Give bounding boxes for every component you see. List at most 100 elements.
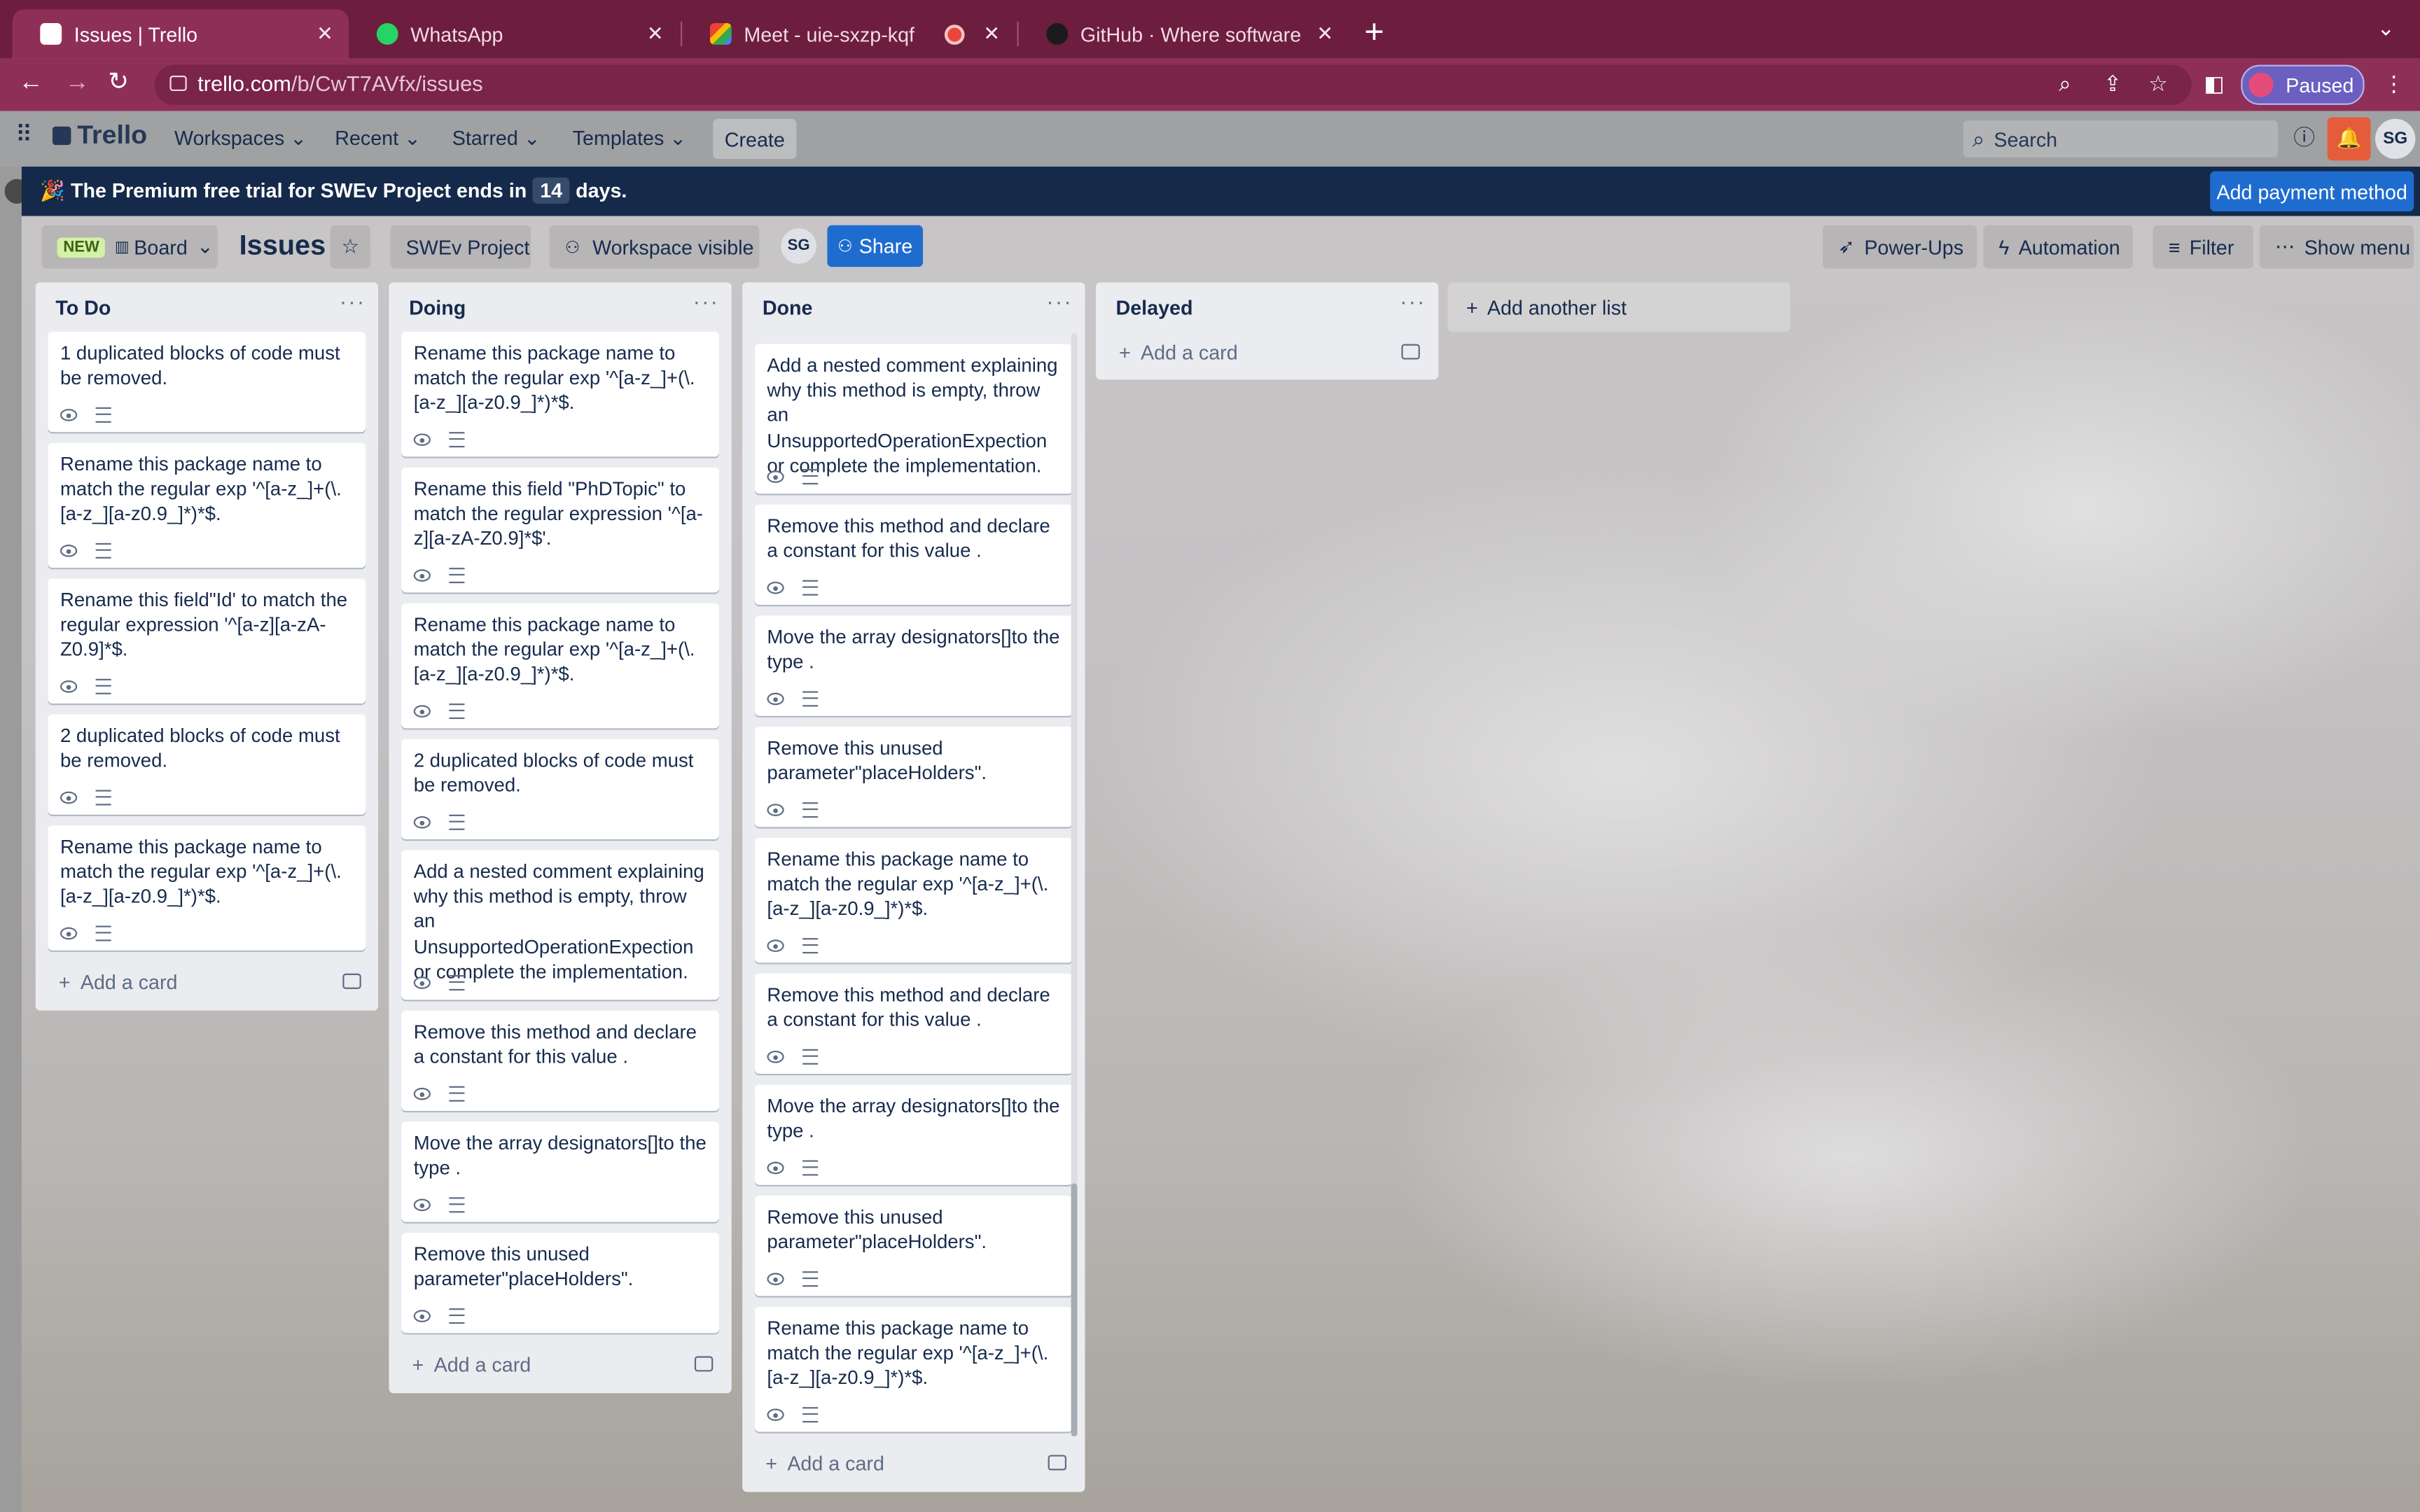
board-member-avatar[interactable]: SG <box>781 228 816 264</box>
add-card-button[interactable]: + Add a card <box>765 1452 884 1475</box>
forward-arrow-icon[interactable]: → <box>65 68 90 99</box>
card[interactable]: Move the array designators[]to the type … <box>401 1121 720 1222</box>
create-button[interactable]: Create <box>713 118 797 160</box>
list-delayed: Delayed ··· + Add a card <box>1095 282 1439 380</box>
user-avatar[interactable]: SG <box>2375 118 2416 160</box>
search-input[interactable]: ⌕ Search <box>1963 120 2279 158</box>
reload-icon[interactable]: ↻ <box>108 68 129 99</box>
share-button[interactable]: ⚇ Share <box>827 225 924 267</box>
card[interactable]: Rename this package name to match the re… <box>754 837 1073 963</box>
tab-meet[interactable]: Meet - uie-sxzp-kqf ✕ <box>682 9 1015 59</box>
card[interactable]: Move the array designators[]to the type … <box>754 615 1073 716</box>
chevron-down-icon[interactable]: ⌄ <box>2377 15 2395 41</box>
star-board-icon[interactable]: ☆ <box>330 225 370 269</box>
menu-starred[interactable]: Starred ⌄ <box>452 125 541 153</box>
card[interactable]: Remove this method and declare a constan… <box>754 973 1073 1074</box>
card[interactable]: Add a nested comment explaining why this… <box>401 850 720 1000</box>
card[interactable]: Remove this method and declare a constan… <box>401 1010 720 1111</box>
info-icon[interactable]: ⓘ <box>2293 123 2315 151</box>
new-tab-icon[interactable]: + <box>1364 13 1384 52</box>
card-template-icon[interactable] <box>1401 344 1420 360</box>
automation-button[interactable]: ϟ Automation <box>1983 225 2134 269</box>
share-icon[interactable]: ⇪ <box>2103 69 2122 97</box>
workspace-button[interactable]: SWEv Project <box>390 225 531 269</box>
add-another-list-button[interactable]: + Add another list <box>1447 282 1790 332</box>
list-cards-scroll-area[interactable]: Add a nested comment explaining why this… <box>742 332 1085 1435</box>
premium-trial-banner: 🎉 The Premium free trial for SWEv Projec… <box>21 167 2420 216</box>
card-template-icon[interactable] <box>342 973 361 989</box>
power-ups-button[interactable]: ➶ Power-Ups <box>1823 225 1977 269</box>
card-title: Rename this field"Id' to match the regul… <box>60 589 348 662</box>
tab-github[interactable]: GitHub · Where software is bui ✕ <box>1019 9 1349 59</box>
card-badges <box>413 814 465 830</box>
back-arrow-icon[interactable]: ← <box>18 68 43 99</box>
card-title: Rename this package name to match the re… <box>413 614 695 686</box>
notification-bell-icon[interactable]: 🔔 <box>2327 117 2371 161</box>
close-icon[interactable]: ✕ <box>317 22 333 46</box>
url-text[interactable]: trello.com/b/CwT7AVfx/issues <box>197 68 483 99</box>
card[interactable]: Remove this unused parameter"placeHolder… <box>754 1196 1073 1296</box>
card-badges <box>60 925 111 941</box>
card[interactable]: Remove this unused parameter"placeHolder… <box>754 727 1073 827</box>
list-menu-icon[interactable]: ··· <box>340 288 366 313</box>
description-icon <box>449 814 465 830</box>
list-title[interactable]: Doing <box>409 296 466 319</box>
close-icon[interactable]: ✕ <box>1316 22 1333 46</box>
workspace-sidebar-collapsed <box>0 167 29 1512</box>
add-card-button[interactable]: + Add a card <box>59 970 178 993</box>
card[interactable]: Rename this field"Id' to match the regul… <box>48 578 366 704</box>
list-menu-icon[interactable]: ··· <box>1400 288 1426 313</box>
profile-button[interactable]: Paused <box>2241 64 2365 105</box>
list-menu-icon[interactable]: ··· <box>1046 288 1072 313</box>
trial-text-end: days. <box>576 178 627 202</box>
visibility-label: Workspace visible <box>592 235 754 259</box>
card[interactable]: Rename this package name to match the re… <box>401 331 720 457</box>
card[interactable]: Rename this package name to match the re… <box>48 442 366 568</box>
list-title[interactable]: To Do <box>55 296 111 319</box>
list-scrollbar-thumb[interactable] <box>1071 1183 1078 1436</box>
zoom-icon[interactable]: ⌕ <box>2059 69 2071 97</box>
add-card-button[interactable]: + Add a card <box>1119 341 1238 364</box>
tab-trello[interactable]: Issues | Trello ✕ <box>12 9 349 59</box>
view-switcher-button[interactable]: NEW ▥ Board ⌄ <box>41 225 218 269</box>
card[interactable]: Rename this package name to match the re… <box>401 603 720 729</box>
menu-templates[interactable]: Templates ⌄ <box>573 125 687 153</box>
tab-title: Issues | Trello <box>74 22 198 46</box>
board-title[interactable]: Issues <box>239 230 326 262</box>
filter-button[interactable]: ≡ Filter <box>2153 225 2253 269</box>
card-title: 1 duplicated blocks of code must be remo… <box>60 342 340 389</box>
card[interactable]: 2 duplicated blocks of code must be remo… <box>48 714 366 815</box>
add-card-button[interactable]: + Add a card <box>412 1353 531 1376</box>
card[interactable]: Move the array designators[]to the type … <box>754 1084 1073 1185</box>
side-panel-icon[interactable]: ◧ <box>2204 69 2224 97</box>
trello-logo[interactable]: Trello <box>52 121 147 150</box>
list-menu-icon[interactable]: ··· <box>693 288 719 313</box>
card[interactable]: 1 duplicated blocks of code must be remo… <box>48 331 366 433</box>
card[interactable]: Rename this package name to match the re… <box>754 1306 1073 1432</box>
close-icon[interactable]: ✕ <box>983 22 1000 46</box>
card[interactable]: Remove this method and declare a constan… <box>754 504 1073 605</box>
card-title: Remove this unused parameter"placeHolder… <box>413 1243 634 1291</box>
menu-workspaces[interactable]: Workspaces ⌄ <box>174 125 307 153</box>
card[interactable]: 2 duplicated blocks of code must be remo… <box>401 738 720 840</box>
card[interactable]: Add a nested comment explaining why this… <box>754 344 1073 494</box>
tab-whatsapp[interactable]: WhatsApp ✕ <box>349 9 679 59</box>
menu-recent[interactable]: Recent ⌄ <box>335 125 421 153</box>
card[interactable]: Rename this package name to match the re… <box>48 825 366 951</box>
close-icon[interactable]: ✕ <box>647 22 664 46</box>
visibility-button[interactable]: ⚇ Workspace visible <box>549 225 760 269</box>
list-title[interactable]: Delayed <box>1116 296 1193 319</box>
lock-icon <box>169 75 187 92</box>
add-payment-method-button[interactable]: Add payment method <box>2210 171 2414 211</box>
show-menu-button[interactable]: ⋯ Show menu <box>2259 225 2414 269</box>
card-template-icon[interactable] <box>1048 1455 1067 1471</box>
watch-icon <box>413 816 431 829</box>
list-title[interactable]: Done <box>763 296 813 319</box>
card-template-icon[interactable] <box>694 1356 714 1372</box>
description-icon <box>95 542 111 559</box>
app-switcher-icon[interactable]: ⠿ <box>15 122 32 150</box>
browser-menu-icon[interactable]: ⋮ <box>2383 69 2405 97</box>
card[interactable]: Rename this field "PhDTopic" to match th… <box>401 467 720 593</box>
bookmark-star-icon[interactable]: ☆ <box>2148 69 2168 97</box>
card[interactable]: Remove this unused parameter"placeHolder… <box>401 1233 720 1334</box>
